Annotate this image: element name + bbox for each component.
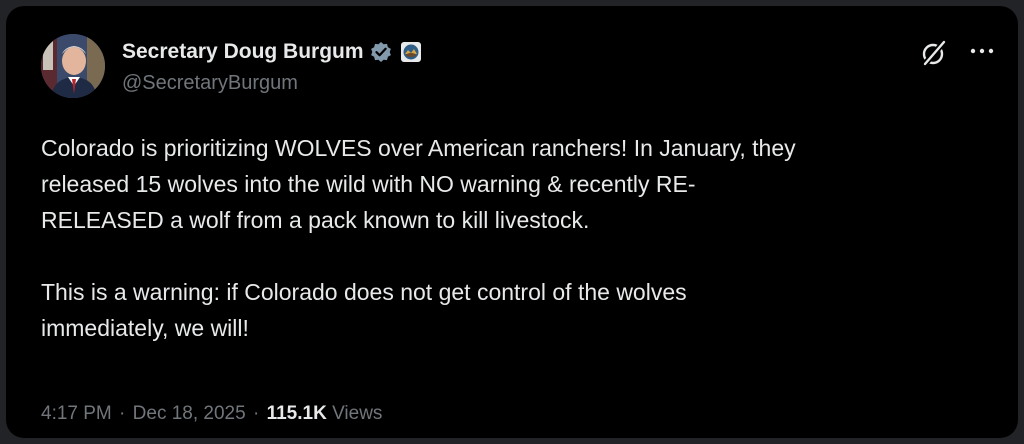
tweet-time[interactable]: 4:17 PM bbox=[41, 403, 112, 424]
author-name-row: Secretary Doug Burgum bbox=[122, 39, 422, 65]
meta-separator: · bbox=[252, 403, 260, 424]
author-handle[interactable]: @SecretaryBurgum bbox=[122, 72, 298, 95]
screenshot-frame: Secretary Doug Burgum @SecretaryBurgum C… bbox=[0, 0, 1024, 444]
avatar[interactable] bbox=[41, 34, 105, 98]
author-display-name[interactable]: Secretary Doug Burgum bbox=[122, 40, 364, 64]
more-dots-icon[interactable] bbox=[968, 40, 996, 62]
tweet-date[interactable]: Dec 18, 2025 bbox=[133, 403, 246, 424]
grok-icon[interactable] bbox=[919, 38, 949, 68]
meta-separator: · bbox=[119, 403, 126, 424]
views-label: Views bbox=[332, 403, 383, 424]
avatar-image bbox=[41, 34, 105, 98]
tweet-paragraph: Colorado is prioritizing WOLVES over Ame… bbox=[41, 135, 796, 233]
tweet-card: Secretary Doug Burgum @SecretaryBurgum C… bbox=[6, 6, 1018, 438]
tweet-text: Colorado is prioritizing WOLVES over Ame… bbox=[41, 130, 1001, 346]
tweet-meta: 4:17 PM · Dec 18, 2025 · 115.1K Views bbox=[41, 403, 382, 425]
interior-department-seal-icon[interactable] bbox=[400, 41, 422, 63]
verified-badge-icon[interactable] bbox=[370, 41, 392, 63]
tweet-paragraph: This is a warning: if Colorado does not … bbox=[41, 279, 687, 341]
views-count[interactable]: 115.1K bbox=[267, 403, 327, 424]
